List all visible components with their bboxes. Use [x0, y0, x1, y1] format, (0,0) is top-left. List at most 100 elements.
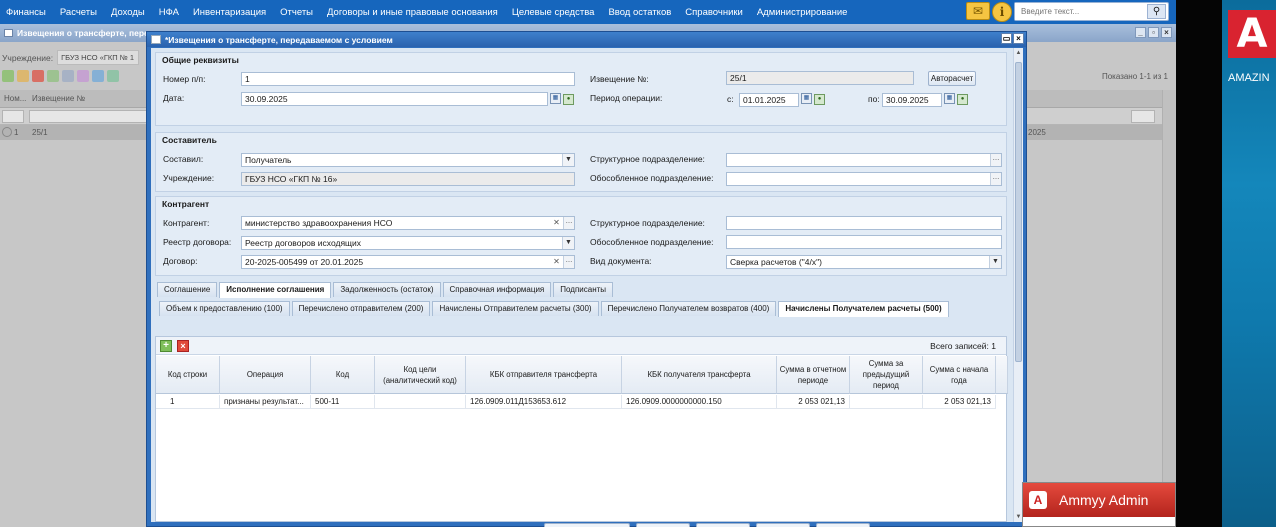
scroll-thumb[interactable]	[1015, 62, 1022, 362]
cell-receiver-kbk[interactable]: 126.0909.0000000000.150	[622, 395, 777, 409]
cp-separate-field[interactable]	[726, 235, 1002, 249]
menu-item-admin[interactable]: Администрирование	[750, 7, 855, 18]
to-today-icon[interactable]: ●	[957, 94, 968, 105]
col-header-prev-sum[interactable]: Сумма за предыдущий период	[850, 356, 923, 394]
institution-filter-input[interactable]: ГБУЗ НСО «ГКП № 1	[57, 50, 140, 65]
from-today-icon[interactable]: ●	[814, 94, 825, 105]
cp-struct-field[interactable]	[726, 216, 1002, 230]
scroll-up-icon[interactable]: ▲	[1015, 50, 1022, 56]
bottom-button[interactable]	[696, 523, 750, 527]
print-icon[interactable]	[77, 70, 89, 82]
refresh-icon[interactable]	[107, 70, 119, 82]
calendar-icon[interactable]: ▦	[550, 93, 561, 104]
row-radio-icon[interactable]	[2, 127, 12, 137]
period-to-field[interactable]: 30.09.2025	[882, 93, 942, 107]
subtab-sender-transferred[interactable]: Перечислено отправителем (200)	[291, 301, 431, 316]
menu-item-finance[interactable]: Финансы	[0, 7, 53, 18]
autocalc-button[interactable]: Авторасчет	[928, 71, 976, 86]
bottom-button[interactable]	[816, 523, 870, 527]
search-input[interactable]	[1015, 3, 1143, 20]
from-calendar-icon[interactable]: ▦	[801, 93, 812, 104]
tab-reference[interactable]: Справочная информация	[442, 282, 552, 297]
col-notice-header[interactable]: Извещение №	[32, 94, 85, 103]
subtab-receiver-accrued[interactable]: Начислены Получателем расчеты (500)	[778, 301, 949, 317]
author-institution-field[interactable]: ГБУЗ НСО «ГКП № 16»	[241, 172, 575, 186]
chevron-down-icon[interactable]: ▼	[562, 237, 574, 249]
ammyy-admin-widget[interactable]: A Ammyy Admin	[1022, 482, 1176, 527]
maximize-icon[interactable]: ▭	[1001, 33, 1012, 44]
delete-icon[interactable]	[32, 70, 44, 82]
filter-icon[interactable]	[62, 70, 74, 82]
dialog-scrollbar[interactable]: ▲ ▼	[1013, 48, 1023, 522]
menu-item-reports[interactable]: Отчеты	[273, 7, 320, 18]
col-header-row-code[interactable]: Код строки	[156, 356, 220, 394]
scroll-down-icon[interactable]: ▼	[1015, 514, 1022, 520]
filter-date-input[interactable]	[1131, 110, 1155, 123]
author-separate-field[interactable]: …	[726, 172, 1002, 186]
ellipsis-icon[interactable]: …	[990, 154, 1001, 166]
tab-debt[interactable]: Задолженность (остаток)	[333, 282, 441, 297]
bottom-button[interactable]	[544, 523, 630, 527]
contract-field[interactable]: 20-2025-005499 от 20.01.2025 ✕ …	[241, 255, 575, 269]
date-field[interactable]: 30.09.2025	[241, 92, 548, 106]
ellipsis-icon[interactable]: …	[563, 217, 574, 229]
menu-item-income[interactable]: Доходы	[104, 7, 152, 18]
restore-icon[interactable]: ▫	[1148, 27, 1159, 38]
info-icon[interactable]: i	[992, 2, 1012, 22]
envelope-icon[interactable]: ✉	[966, 2, 990, 20]
add-icon[interactable]	[2, 70, 14, 82]
col-header-code[interactable]: Код	[311, 356, 375, 394]
menu-item-target-funds[interactable]: Целевые средства	[505, 7, 602, 18]
registry-select[interactable]: Реестр договоров исходящих ▼	[241, 236, 575, 250]
background-scrollbar[interactable]	[1162, 90, 1176, 527]
cell-row-code[interactable]: 1	[156, 395, 220, 409]
filter-num-input[interactable]	[2, 110, 24, 123]
ellipsis-icon[interactable]: …	[563, 256, 574, 268]
menu-item-settlements[interactable]: Расчеты	[53, 7, 104, 18]
edit-icon[interactable]	[17, 70, 29, 82]
subtab-volume[interactable]: Объем к предоставлению (100)	[159, 301, 290, 316]
filter-notice-input[interactable]	[29, 110, 147, 123]
minimize-icon[interactable]: _	[1135, 27, 1146, 38]
menu-item-references[interactable]: Справочники	[678, 7, 750, 18]
col-header-sender-kbk[interactable]: КБК отправителя трансферта	[466, 356, 622, 394]
add-row-icon[interactable]: +	[160, 340, 172, 352]
chevron-down-icon[interactable]: ▼	[989, 256, 1001, 268]
export-icon[interactable]	[92, 70, 104, 82]
col-header-period-sum[interactable]: Сумма в отчетном периоде	[777, 356, 850, 394]
search-icon[interactable]: ⚲	[1147, 4, 1166, 19]
col-header-ytd-sum[interactable]: Сумма с начала года	[923, 356, 996, 394]
dialog-close-icon[interactable]: ×	[1013, 33, 1024, 44]
clear-icon[interactable]: ✕	[551, 217, 562, 229]
cell-target-code[interactable]	[375, 395, 466, 409]
author-struct-field[interactable]: …	[726, 153, 1002, 167]
amazing-app-icon[interactable]: A	[1228, 10, 1276, 58]
col-header-target-code[interactable]: Код цели (аналитический код)	[375, 356, 466, 394]
close-icon[interactable]: ×	[1161, 27, 1172, 38]
cell-period-sum[interactable]: 2 053 021,13	[777, 395, 850, 409]
chevron-down-icon[interactable]: ▼	[562, 154, 574, 166]
bottom-button[interactable]	[756, 523, 810, 527]
cell-code[interactable]: 500-11	[311, 395, 375, 409]
col-header-receiver-kbk[interactable]: КБК получателя трансферта	[622, 356, 777, 394]
to-calendar-icon[interactable]: ▦	[944, 93, 955, 104]
check-icon[interactable]	[47, 70, 59, 82]
subtab-sender-accrued[interactable]: Начислены Отправителем расчеты (300)	[432, 301, 599, 316]
subtab-receiver-returns[interactable]: Перечислено Получателем возвратов (400)	[600, 301, 777, 316]
calendar-today-icon[interactable]: ●	[563, 94, 574, 105]
cell-ytd-sum[interactable]: 2 053 021,13	[923, 395, 996, 409]
col-header-operation[interactable]: Операция	[220, 356, 311, 394]
menu-item-contracts[interactable]: Договоры и иные правовые основания	[320, 7, 505, 18]
ellipsis-icon[interactable]: …	[990, 173, 1001, 185]
bottom-button[interactable]	[636, 523, 690, 527]
notice-field[interactable]: 25/1	[726, 71, 914, 85]
col-num-header[interactable]: Ном...	[4, 94, 26, 103]
menu-item-balances[interactable]: Ввод остатков	[601, 7, 678, 18]
period-from-field[interactable]: 01.01.2025	[739, 93, 799, 107]
doctype-select[interactable]: Сверка расчетов ("4/х") ▼	[726, 255, 1002, 269]
tab-signers[interactable]: Подписанты	[553, 282, 614, 297]
tab-execution[interactable]: Исполнение соглашения	[219, 282, 332, 298]
cp-field[interactable]: министерство здравоохранения НСО ✕ …	[241, 216, 575, 230]
cell-sender-kbk[interactable]: 126.0909.011Д153653.612	[466, 395, 622, 409]
cell-prev-sum[interactable]	[850, 395, 923, 409]
